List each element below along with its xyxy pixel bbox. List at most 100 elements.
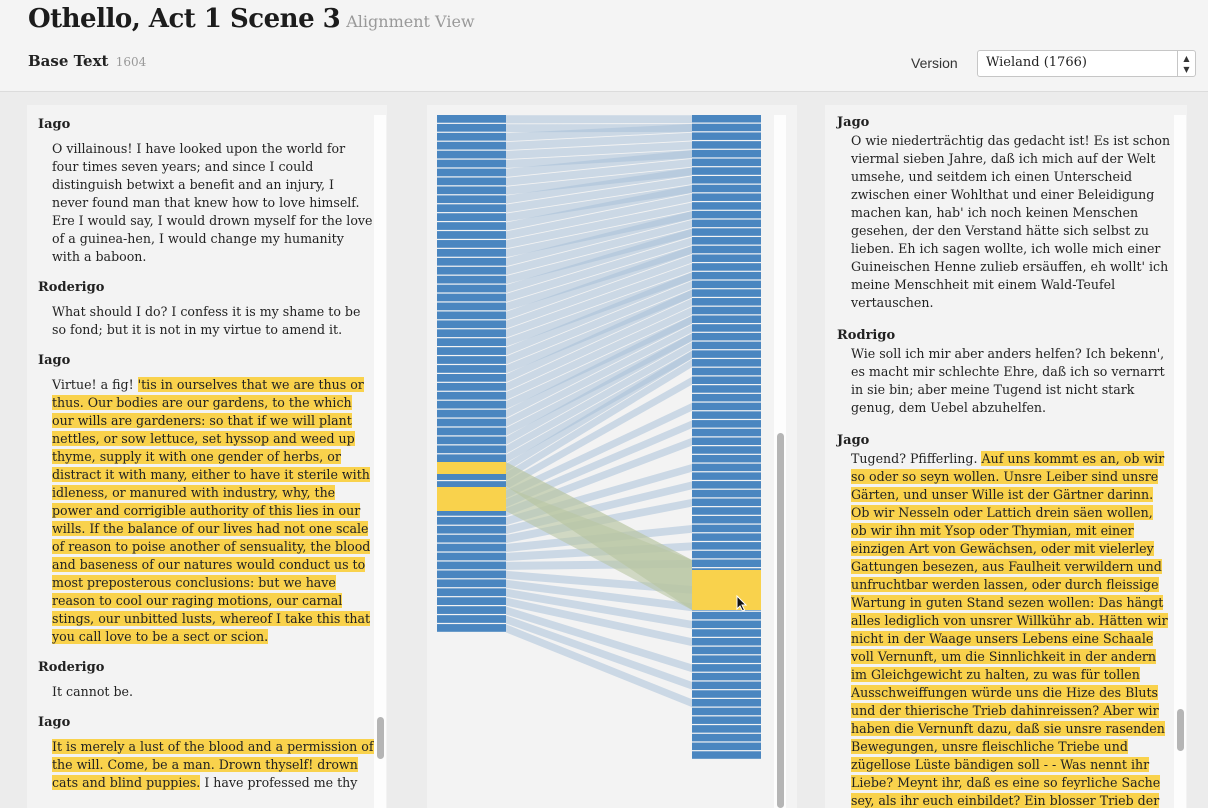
version-segment[interactable] (692, 210, 761, 219)
base-segment[interactable] (437, 213, 506, 221)
base-segment[interactable] (437, 436, 506, 445)
alignment-scrollbar[interactable] (774, 115, 786, 808)
version-segment[interactable] (692, 332, 761, 341)
alignment-scroll-thumb[interactable] (777, 433, 784, 808)
version-segment[interactable] (692, 629, 761, 637)
version-segment[interactable] (692, 123, 761, 132)
speech-text[interactable]: Virtue! a fig! 'tis in ourselves that we… (38, 376, 374, 646)
version-segment[interactable] (692, 193, 761, 201)
base-segment[interactable] (437, 177, 506, 186)
alignment-link[interactable] (506, 115, 692, 124)
base-segment[interactable] (437, 248, 506, 257)
version-segment[interactable] (692, 420, 761, 428)
version-segment[interactable] (692, 507, 761, 515)
base-segment[interactable] (437, 222, 506, 230)
version-segment[interactable] (692, 385, 761, 393)
version-segment[interactable] (692, 141, 761, 149)
version-segment[interactable] (692, 489, 761, 498)
base-segment[interactable] (437, 454, 506, 463)
base-segment[interactable] (437, 186, 506, 195)
base-text-scrollbar[interactable] (374, 115, 386, 808)
version-segment-highlighted[interactable] (692, 570, 761, 610)
version-segment[interactable] (692, 254, 761, 262)
version-text-scroll-thumb[interactable] (1177, 709, 1184, 751)
alignment-link[interactable] (506, 615, 692, 690)
version-segment[interactable] (692, 716, 761, 724)
version-segment[interactable] (692, 367, 761, 376)
speech-text[interactable]: It cannot be. (38, 683, 374, 701)
base-segment[interactable] (437, 615, 506, 623)
version-segment[interactable] (692, 707, 761, 716)
version-segment[interactable] (692, 725, 761, 733)
base-segment[interactable] (437, 123, 506, 132)
base-segment[interactable] (437, 150, 506, 159)
base-segment[interactable] (437, 561, 506, 570)
base-segment[interactable] (437, 204, 506, 213)
base-segment-highlighted[interactable] (437, 462, 506, 474)
base-segment[interactable] (437, 240, 506, 248)
base-segment[interactable] (437, 329, 506, 338)
version-segment[interactable] (692, 742, 761, 751)
version-segment[interactable] (692, 359, 761, 367)
version-segment[interactable] (692, 646, 761, 655)
version-segment[interactable] (692, 559, 761, 568)
version-text-scrollbar[interactable] (1174, 115, 1186, 808)
version-segment[interactable] (692, 446, 761, 454)
base-segment[interactable] (437, 400, 506, 409)
version-segment[interactable] (692, 341, 761, 350)
base-segment[interactable] (437, 534, 506, 543)
version-segment[interactable] (692, 542, 761, 550)
version-segment[interactable] (692, 533, 761, 541)
version-segment[interactable] (692, 158, 761, 167)
base-segment[interactable] (437, 382, 506, 391)
base-segment[interactable] (437, 516, 506, 525)
version-segment[interactable] (692, 315, 761, 323)
version-segment[interactable] (692, 498, 761, 507)
version-segment[interactable] (692, 176, 761, 184)
base-segment[interactable] (437, 320, 506, 329)
version-segment[interactable] (692, 115, 761, 123)
version-segment[interactable] (692, 167, 761, 175)
base-segment[interactable] (437, 293, 506, 302)
alignment-diagram[interactable] (427, 105, 797, 808)
version-segment[interactable] (692, 219, 761, 228)
base-segment[interactable] (437, 391, 506, 400)
base-segment[interactable] (437, 284, 506, 293)
base-segment[interactable] (437, 624, 506, 632)
base-segment[interactable] (437, 418, 506, 427)
base-segment[interactable] (437, 552, 506, 561)
version-segment[interactable] (692, 280, 761, 289)
aligned-highlight-text[interactable]: Auf uns kommt es an, ob wir so oder so s… (851, 451, 1168, 808)
version-segment[interactable] (692, 524, 761, 533)
base-segment[interactable] (437, 195, 506, 204)
version-segment[interactable] (692, 428, 761, 437)
speech-text[interactable]: Tugend? Pfifferling. Auf uns kommt es an… (837, 450, 1171, 808)
version-segment[interactable] (692, 202, 761, 210)
version-segment[interactable] (692, 350, 761, 358)
base-segment[interactable] (437, 525, 506, 534)
version-segment[interactable] (692, 289, 761, 297)
version-segment[interactable] (692, 550, 761, 559)
base-segment[interactable] (437, 257, 506, 266)
version-segment[interactable] (692, 698, 761, 707)
speech-text[interactable]: O wie niederträchtig das gedacht ist! Es… (837, 132, 1171, 312)
base-segment[interactable] (437, 231, 506, 239)
version-segment[interactable] (692, 437, 761, 446)
speech-text[interactable]: It is merely a lust of the blood and a p… (38, 738, 374, 792)
version-segment[interactable] (692, 245, 761, 254)
version-segment[interactable] (692, 681, 761, 690)
base-segment[interactable] (437, 427, 506, 436)
base-segment[interactable] (437, 168, 506, 177)
version-segment[interactable] (692, 463, 761, 472)
base-segment[interactable] (437, 588, 506, 597)
version-segment[interactable] (692, 149, 761, 158)
version-segment[interactable] (692, 690, 761, 698)
version-segment[interactable] (692, 411, 761, 419)
base-segment[interactable] (437, 356, 506, 364)
version-segment[interactable] (692, 228, 761, 236)
base-segment[interactable] (437, 311, 506, 320)
version-segment[interactable] (692, 298, 761, 306)
speech-text[interactable]: Wie soll ich mir aber anders helfen? Ich… (837, 345, 1171, 417)
version-segment[interactable] (692, 306, 761, 315)
base-segment[interactable] (437, 606, 506, 614)
